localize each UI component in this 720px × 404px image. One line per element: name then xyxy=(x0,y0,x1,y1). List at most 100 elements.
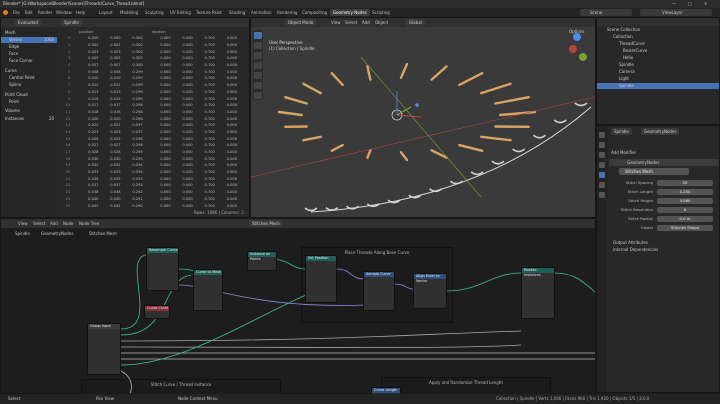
tab-scripting[interactable]: Scripting xyxy=(369,9,393,16)
stitch-loop xyxy=(532,134,546,139)
move-tool-icon[interactable] xyxy=(254,52,262,59)
menu-help[interactable]: Help xyxy=(73,9,88,16)
transform-tool-icon[interactable] xyxy=(254,82,262,89)
row-index: 2 xyxy=(67,49,71,54)
outliner-item-threadcurve[interactable]: ThreadCurve xyxy=(597,41,719,47)
mode-dropdown[interactable]: Object Mode xyxy=(285,19,317,26)
node-curve-to-mesh[interactable]: Curve to Mesh xyxy=(193,269,223,311)
status-stats: Collection | Spindle | Verts 1,066 | Fac… xyxy=(496,396,650,401)
tool-properties-icon[interactable] xyxy=(599,132,605,138)
sidebar-item-point[interactable]: Point xyxy=(1,99,57,105)
annotate-tool-icon[interactable] xyxy=(254,92,262,99)
navigation-gizmo-z-icon[interactable] xyxy=(573,33,581,41)
object-properties-icon[interactable] xyxy=(599,182,605,188)
view-layer-selector[interactable]: ViewLayer xyxy=(640,9,712,16)
add-modifier-button[interactable]: Add Modifier xyxy=(611,150,636,156)
viewport-menu-object[interactable]: Object xyxy=(375,20,388,26)
outliner-item-helix[interactable]: Helix xyxy=(597,55,719,61)
node-group-selector[interactable]: Stitches Mesh xyxy=(619,168,689,175)
viewport-menu-select[interactable]: Select xyxy=(345,20,357,26)
table-cell: 0.007 xyxy=(88,63,99,68)
tab-texture-paint[interactable]: Texture Paint xyxy=(193,9,225,16)
modifier-input-field[interactable]: 0.0 m xyxy=(657,216,713,222)
sidebar-item-mesh[interactable]: Mesh xyxy=(1,30,57,36)
blender-logo-icon[interactable] xyxy=(3,10,8,15)
menu-edit[interactable]: Edit xyxy=(22,9,36,16)
rotate-tool-icon[interactable] xyxy=(254,62,262,69)
scene-properties-icon[interactable] xyxy=(599,162,605,168)
node-resample-curve[interactable]: Resample Curve xyxy=(146,247,179,291)
cursor-tool-icon[interactable] xyxy=(254,42,262,49)
minimize-button[interactable]: — xyxy=(672,1,676,7)
navigation-gizmo-y-icon[interactable] xyxy=(579,53,587,61)
3d-viewport[interactable]: Object Mode View Select Add Object Globa… xyxy=(250,17,596,218)
select-box-tool-icon[interactable] xyxy=(254,32,262,39)
physics-properties-icon[interactable] xyxy=(599,192,605,198)
outliner-item-light[interactable]: Light xyxy=(597,76,719,82)
menu-file[interactable]: File xyxy=(10,9,23,16)
node-set-position[interactable]: Set Position xyxy=(305,255,337,303)
node-align-euler[interactable]: Align Euler to Vector xyxy=(413,273,447,309)
modifier-input-field[interactable]: 6 xyxy=(657,207,713,213)
sidebar-item-edge[interactable]: Edge xyxy=(1,44,57,50)
output-properties-icon[interactable] xyxy=(599,152,605,158)
modifier-input-field[interactable]: Stitches Shape xyxy=(657,225,713,231)
node-instance-on-points[interactable]: Instance on Points xyxy=(247,251,277,271)
render-properties-icon[interactable] xyxy=(599,142,605,148)
tab-modeling[interactable]: Modeling xyxy=(117,9,141,16)
node-realize-instances[interactable]: Realize Instances xyxy=(521,267,555,319)
scale-tool-icon[interactable] xyxy=(254,72,262,79)
sidebar-item-volume[interactable]: Volume xyxy=(1,108,57,114)
internal-dependencies-panel[interactable]: Internal Dependencies xyxy=(613,247,658,253)
sidebar-item-vertex[interactable]: Vertex 1066 xyxy=(1,37,57,43)
sidebar-item-face-corner[interactable]: Face Corner xyxy=(1,58,57,64)
outliner-item-spindle[interactable]: Spindle xyxy=(597,83,719,89)
outliner-item-beziercurve[interactable]: BezierCurve xyxy=(597,48,719,54)
node-editor[interactable]: View Select Add Node Node Tree Stitches … xyxy=(0,218,596,395)
viewport-menu-view[interactable]: View xyxy=(331,20,341,26)
output-attributes-panel[interactable]: Output Attributes xyxy=(613,240,648,246)
sidebar-item-spline[interactable]: Spline xyxy=(1,82,57,88)
evaluation-mode-dropdown[interactable]: Evaluated xyxy=(15,19,42,26)
navigation-gizmo-x-icon[interactable] xyxy=(569,45,577,53)
sidebar-item-instances[interactable]: Instances 20 xyxy=(1,116,57,122)
modifier-name[interactable]: GeometryNodes xyxy=(627,160,659,166)
tab-rendering[interactable]: Rendering xyxy=(274,9,300,16)
node-sample-curve[interactable]: Sample Curve xyxy=(363,271,395,311)
tab-geometry-nodes[interactable]: Geometry Nodes xyxy=(330,9,370,16)
table-cell: 0.700 xyxy=(204,163,215,168)
sidebar-item-point-cloud[interactable]: Point Cloud xyxy=(1,92,57,98)
spreadsheet-table[interactable]: position rotation 0 0.000 0.000 0.300 0.000 0.… xyxy=(59,28,249,208)
menu-window[interactable]: Window xyxy=(53,9,75,16)
modifier-input-field[interactable]: 20 xyxy=(657,180,713,186)
tab-animation[interactable]: Animation xyxy=(248,9,274,16)
modifier-panel-header[interactable]: GeometryNodes xyxy=(609,159,719,166)
viewport-canvas[interactable] xyxy=(251,27,595,217)
close-button[interactable]: ✕ xyxy=(704,1,707,7)
maximize-button[interactable]: □ xyxy=(688,1,692,7)
transform-orientation-dropdown[interactable]: Global xyxy=(406,19,425,26)
table-cell: 0.000 xyxy=(160,49,171,54)
table-row: 25 0.042 0.042 0.290 0.000 0.000 0.700 0.000 xyxy=(59,202,239,208)
node-curve-circle[interactable]: Curve Circle xyxy=(144,305,170,319)
modifier-properties-icon[interactable] xyxy=(599,172,605,178)
outliner-item-camera[interactable]: Camera xyxy=(597,69,719,75)
scene-selector[interactable]: Scene xyxy=(580,9,632,16)
viewport-menu-add[interactable]: Add xyxy=(362,20,370,26)
table-cell: 0.000 xyxy=(160,96,171,101)
tab-compositing[interactable]: Compositing xyxy=(299,9,330,16)
modifier-input-field[interactable]: 0.250 xyxy=(657,189,713,195)
sidebar-item-curve[interactable]: Curve xyxy=(1,68,57,74)
outliner-item-collection[interactable]: Collection xyxy=(597,34,719,40)
gizmo-z-icon[interactable] xyxy=(415,103,419,107)
tab-shading[interactable]: Shading xyxy=(226,9,248,16)
outliner-item-spindle-mesh[interactable]: Spindle xyxy=(597,62,719,68)
sidebar-item-face[interactable]: Face xyxy=(1,51,57,57)
tab-sculpting[interactable]: Sculpting xyxy=(142,9,167,16)
tab-layout[interactable]: Layout xyxy=(96,9,116,16)
modifier-input-field[interactable]: 0.060 xyxy=(657,198,713,204)
node-group-input[interactable]: Group Input xyxy=(87,323,121,375)
outliner-item-scene-collection[interactable]: Scene Collection xyxy=(597,27,719,33)
sidebar-item-control-point[interactable]: Control Point xyxy=(1,75,57,81)
tab-uv-editing[interactable]: UV Editing xyxy=(167,9,194,16)
